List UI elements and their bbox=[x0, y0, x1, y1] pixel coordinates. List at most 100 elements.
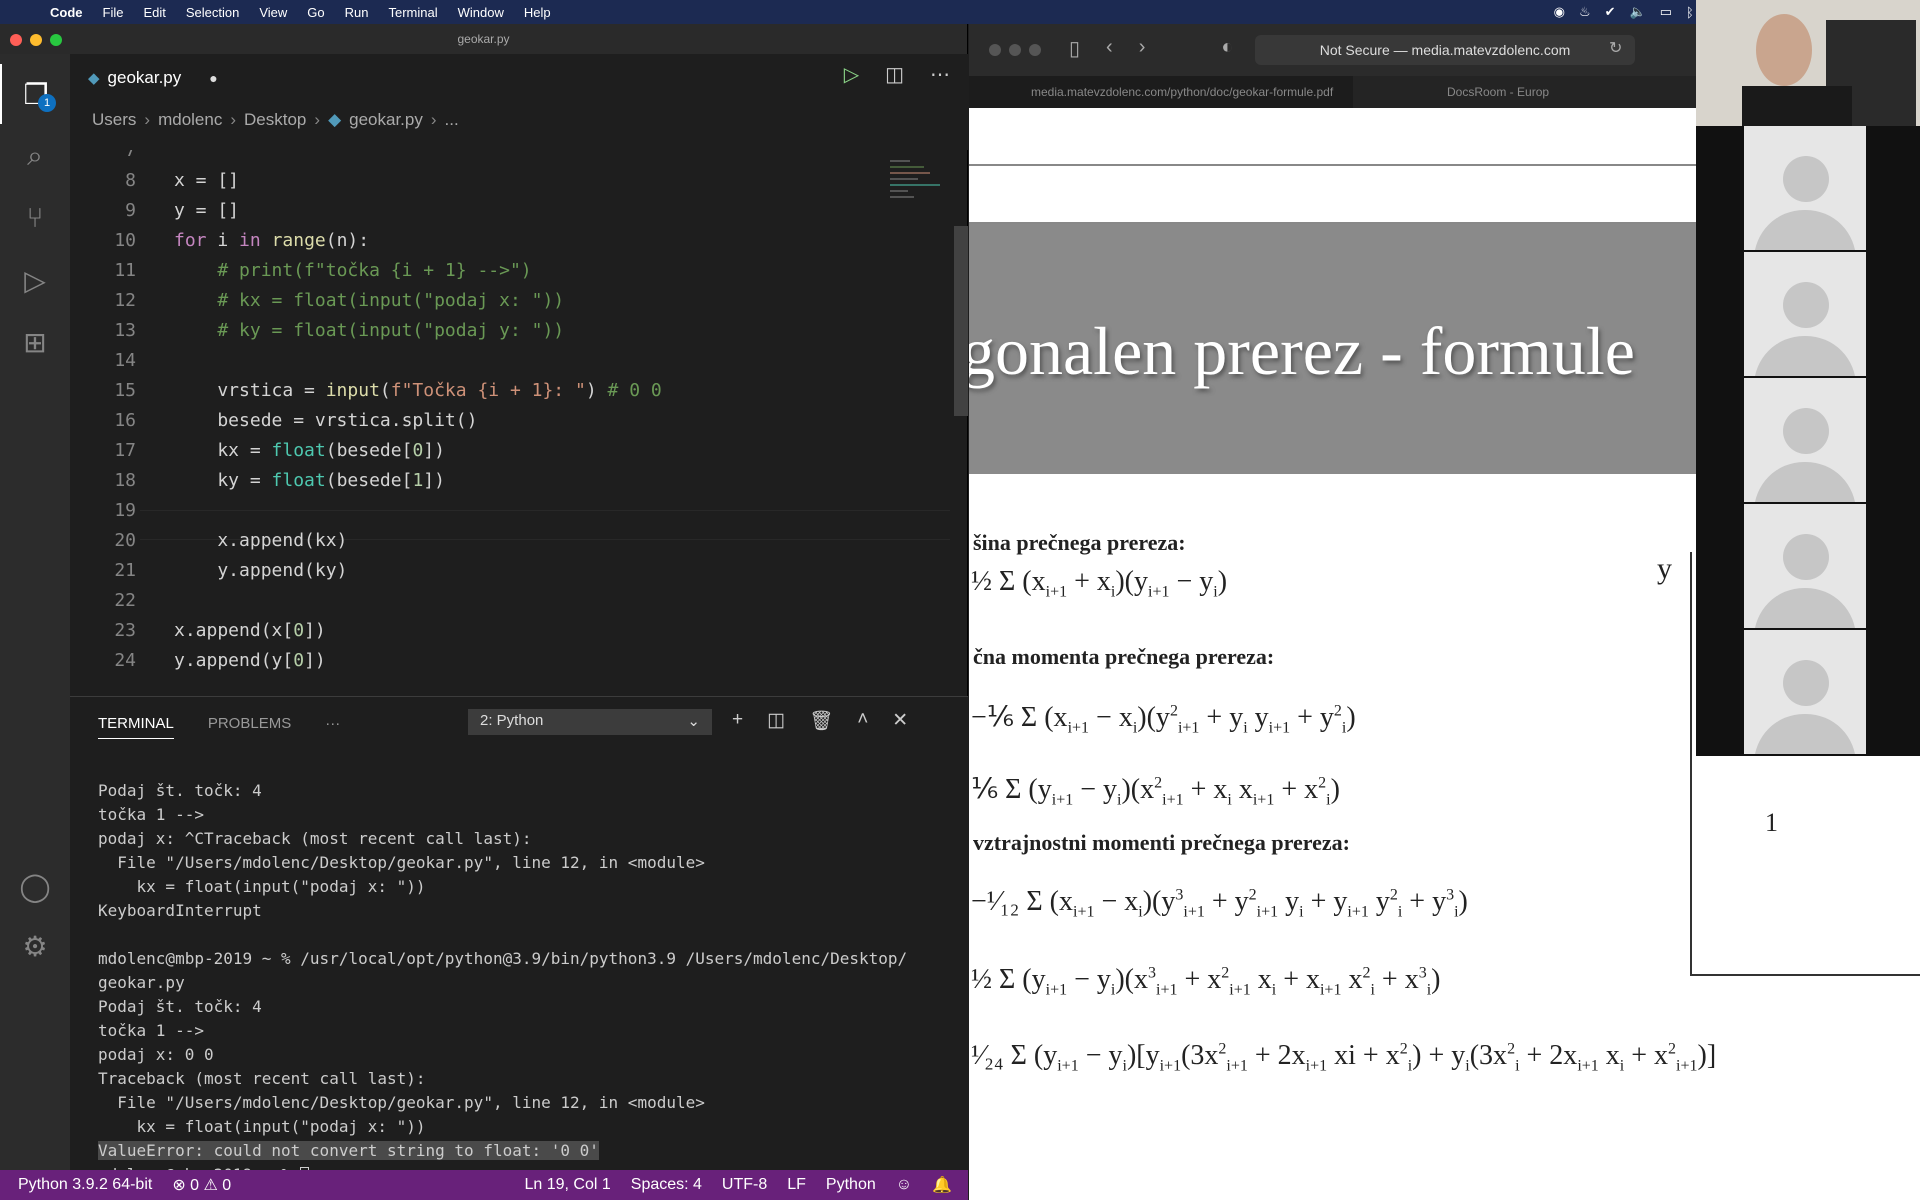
breadcrumb-users[interactable]: Users bbox=[92, 110, 136, 130]
run-python-icon[interactable]: ▷ bbox=[844, 62, 859, 87]
viber-icon[interactable]: ◉ bbox=[1554, 4, 1565, 20]
line-number: 24 bbox=[114, 650, 136, 671]
flame-icon[interactable]: ♨ bbox=[1579, 4, 1591, 20]
code-line[interactable]: y = [] bbox=[174, 196, 239, 226]
tab-geokar[interactable]: ◆ geokar.py ● bbox=[70, 54, 285, 102]
run-debug-icon[interactable]: ▷ bbox=[0, 250, 70, 310]
menu-app[interactable]: Code bbox=[40, 5, 93, 20]
menu-help[interactable]: Help bbox=[514, 5, 561, 20]
extensions-icon[interactable]: ⊞ bbox=[0, 312, 70, 372]
maximize-panel-icon[interactable]: ˄ bbox=[857, 709, 868, 733]
zoom-window-button[interactable] bbox=[1029, 44, 1041, 56]
terminal-select[interactable]: 2: Python ⌄ bbox=[468, 709, 712, 735]
participant-avatar[interactable] bbox=[1744, 126, 1866, 250]
code-line[interactable]: x = [] bbox=[174, 166, 239, 196]
breadcrumb-file[interactable]: geokar.py bbox=[349, 110, 423, 130]
code-line[interactable]: kx = float(besede[0]) bbox=[174, 436, 445, 466]
bell-icon[interactable]: 🔔 bbox=[922, 1175, 968, 1195]
reload-icon[interactable]: ↻ bbox=[1609, 38, 1622, 58]
browser-tab-docsroom[interactable]: DocsRoom - Europ bbox=[1369, 76, 1549, 108]
menu-file[interactable]: File bbox=[93, 5, 134, 20]
menu-run[interactable]: Run bbox=[335, 5, 379, 20]
breadcrumb-desktop[interactable]: Desktop bbox=[244, 110, 306, 130]
gear-icon[interactable]: ⚙ bbox=[0, 916, 70, 976]
display-icon[interactable]: ▭ bbox=[1660, 4, 1672, 20]
terminal-line: geokar.py bbox=[98, 973, 185, 992]
code-line[interactable]: # ky = float(input("podaj y: ")) bbox=[174, 316, 564, 346]
close-window-button[interactable] bbox=[10, 34, 22, 46]
participant-avatar[interactable] bbox=[1744, 378, 1866, 502]
code-line[interactable]: vrstica = input(f"Točka {i + 1}: ") # 0 … bbox=[174, 376, 661, 406]
interpreter-status[interactable]: Python 3.9.2 64-bit bbox=[0, 1176, 162, 1194]
forward-icon[interactable]: › bbox=[1139, 36, 1146, 61]
code-line[interactable]: besede = vrstica.split() bbox=[174, 406, 477, 436]
feedback-icon[interactable]: ☺ bbox=[886, 1176, 922, 1194]
statusbar: Python 3.9.2 64-bit ⊗ 0 ⚠ 0 Ln 19, Col 1… bbox=[0, 1170, 968, 1200]
formula-ixy: ¹⁄₂₄ Σ (yi+1 − yi)[yi+1(3x2i+1 + 2xi+1 x… bbox=[971, 1040, 1717, 1075]
more-actions-icon[interactable]: ⋯ bbox=[930, 62, 950, 87]
encoding-status[interactable]: UTF-8 bbox=[712, 1176, 777, 1194]
code-line[interactable]: # kx = float(input("podaj x: ")) bbox=[174, 286, 564, 316]
account-icon[interactable]: ◯ bbox=[0, 856, 70, 916]
code-line[interactable]: ky = float(besede[1]) bbox=[174, 466, 445, 496]
eol-status[interactable]: LF bbox=[777, 1176, 816, 1194]
volume-icon[interactable]: 🔈 bbox=[1630, 4, 1646, 20]
split-editor-icon[interactable]: ◫ bbox=[885, 62, 904, 87]
participant-avatar[interactable] bbox=[1744, 252, 1866, 376]
terminal-line: Traceback (most recent call last): bbox=[98, 1069, 426, 1088]
vscode-window: geokar.py ❐ 1 ⌕ ⑂ ▷ ⊞ ◯ ⚙ ◆ geokar.py ● ▷… bbox=[0, 24, 968, 1200]
editor-scrollbar[interactable] bbox=[954, 226, 968, 416]
problems-status[interactable]: ⊗ 0 ⚠ 0 bbox=[162, 1175, 241, 1195]
new-terminal-icon[interactable]: + bbox=[732, 709, 743, 733]
formula-sy: ⅙ Σ (yi+1 − yi)(x2i+1 + xi xi+1 + x2i) bbox=[971, 774, 1340, 809]
close-panel-icon[interactable]: ✕ bbox=[892, 709, 908, 733]
breadcrumb-mdolenc[interactable]: mdolenc bbox=[158, 110, 222, 130]
speaker-video[interactable] bbox=[1696, 0, 1920, 126]
unsaved-dot-icon[interactable]: ● bbox=[209, 70, 217, 86]
tab-problems[interactable]: PROBLEMS bbox=[208, 715, 291, 739]
menu-window[interactable]: Window bbox=[448, 5, 514, 20]
bluetooth-icon[interactable]: ᛒ bbox=[1686, 5, 1694, 20]
language-mode[interactable]: Python bbox=[816, 1176, 886, 1194]
code-line[interactable]: x.append(kx) bbox=[174, 526, 347, 556]
indentation-status[interactable]: Spaces: 4 bbox=[621, 1176, 712, 1194]
source-control-icon[interactable]: ⑂ bbox=[0, 188, 70, 248]
search-icon[interactable]: ⌕ bbox=[0, 126, 70, 186]
menu-view[interactable]: View bbox=[249, 5, 297, 20]
participant-avatar[interactable] bbox=[1744, 504, 1866, 628]
shield-icon[interactable]: ◐ bbox=[1221, 36, 1233, 61]
line-number: 12 bbox=[114, 290, 136, 311]
code-editor[interactable]: 7 8 x = [] 9 y = [] 10 for i in range(n): 11 # … bbox=[70, 150, 968, 696]
minimize-window-button[interactable] bbox=[1009, 44, 1021, 56]
tab-terminal[interactable]: TERMINAL bbox=[98, 715, 174, 739]
code-line[interactable]: # print(f"točka {i + 1} -->") bbox=[174, 256, 531, 286]
close-window-button[interactable] bbox=[989, 44, 1001, 56]
code-line[interactable]: y.append(y[0]) bbox=[174, 646, 326, 676]
sidebar-icon[interactable]: ▯ bbox=[1069, 36, 1080, 61]
menu-selection[interactable]: Selection bbox=[176, 5, 249, 20]
address-bar[interactable]: Not Secure — media.matevzdolenc.com bbox=[1255, 35, 1635, 65]
minimap[interactable] bbox=[888, 158, 948, 218]
cursor-position[interactable]: Ln 19, Col 1 bbox=[514, 1176, 620, 1194]
browser-window-controls bbox=[989, 44, 1041, 56]
back-icon[interactable]: ‹ bbox=[1106, 36, 1113, 61]
split-terminal-icon[interactable]: ◫ bbox=[767, 709, 785, 733]
browser-tab-pdf[interactable]: media.matevzdolenc.com/python/doc/geokar… bbox=[969, 76, 1353, 108]
line-number: 20 bbox=[114, 530, 136, 551]
menu-edit[interactable]: Edit bbox=[133, 5, 175, 20]
line-number: 17 bbox=[114, 440, 136, 461]
code-line[interactable]: x.append(x[0]) bbox=[174, 616, 326, 646]
menu-terminal[interactable]: Terminal bbox=[379, 5, 448, 20]
zoom-window-button[interactable] bbox=[50, 34, 62, 46]
code-line[interactable]: y.append(ky) bbox=[174, 556, 347, 586]
check-icon[interactable]: ✔ bbox=[1605, 4, 1616, 20]
explorer-icon[interactable]: ❐ 1 bbox=[0, 64, 70, 124]
participant-avatar[interactable] bbox=[1744, 630, 1866, 754]
panel-more-button[interactable]: ··· bbox=[325, 715, 340, 739]
terminal-output[interactable]: Podaj št. točk: 4 točka 1 --> podaj x: ^CT… bbox=[98, 779, 907, 1187]
trash-icon[interactable]: 🗑 bbox=[809, 709, 833, 733]
breadcrumb-symbol[interactable]: ... bbox=[445, 110, 459, 130]
minimize-window-button[interactable] bbox=[30, 34, 42, 46]
code-line[interactable]: for i in range(n): bbox=[174, 226, 369, 256]
menu-go[interactable]: Go bbox=[297, 5, 334, 20]
